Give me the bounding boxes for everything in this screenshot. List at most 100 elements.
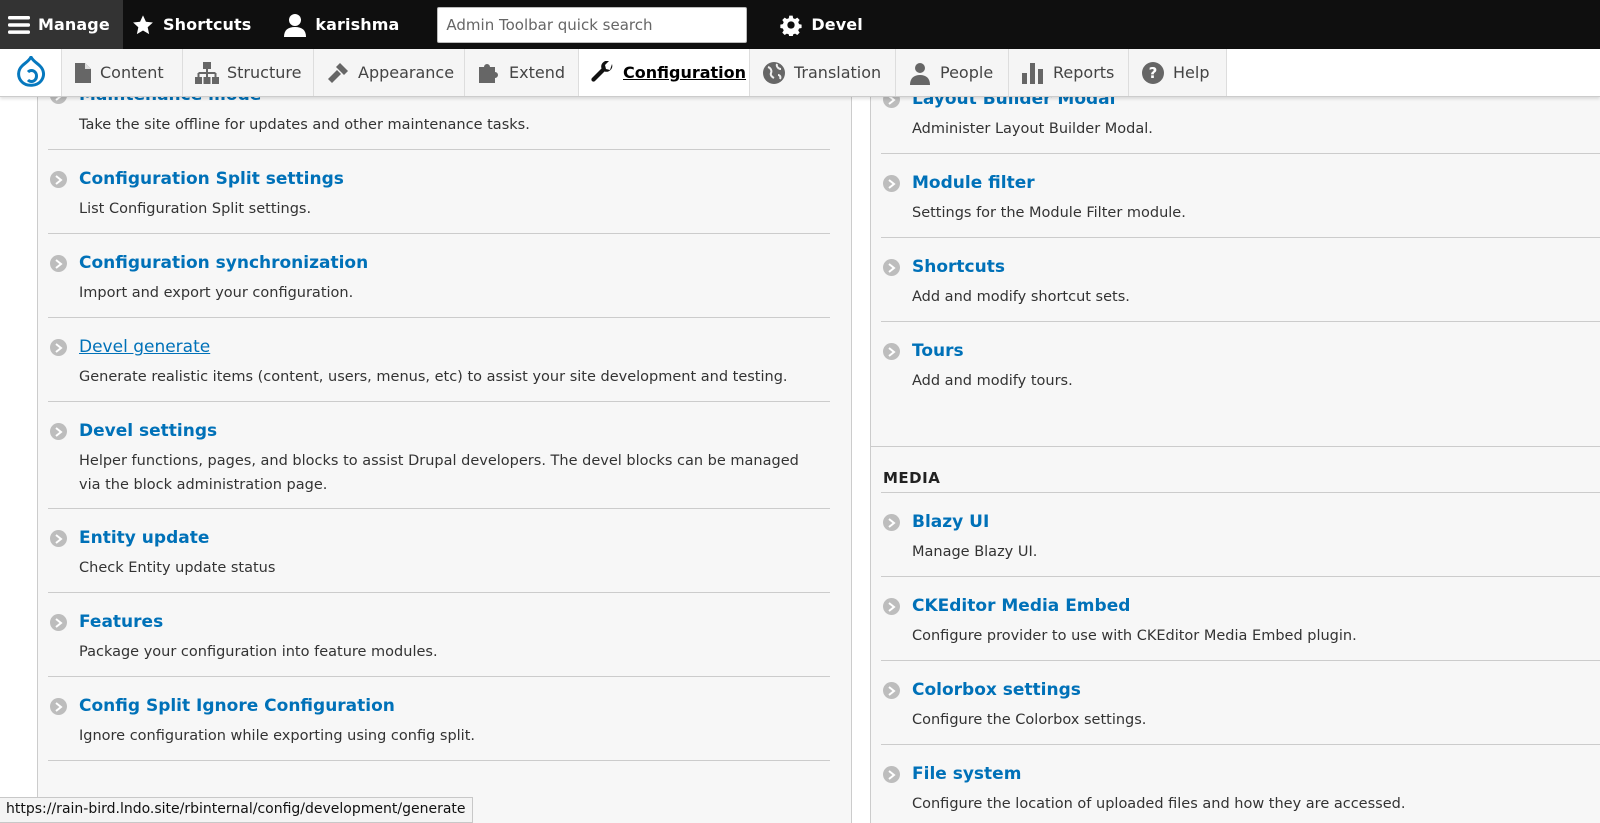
colorbox-settings-link[interactable]: Colorbox settings [912,680,1081,700]
tray-item-label: Content [100,63,164,82]
tray-item-structure[interactable]: Structure [183,49,314,96]
item-description: Configure the location of uploaded files… [912,796,1406,812]
divider [48,508,830,509]
tray-item-label: Structure [227,63,302,82]
tray-item-help[interactable]: ? Help [1129,49,1227,96]
item-description: Manage Blazy UI. [912,544,1038,560]
item-description: Add and modify shortcut sets. [912,289,1130,305]
config-split-settings-link[interactable]: Configuration Split settings [79,169,344,189]
chevron-right-icon [883,766,900,783]
puzzle-icon [477,60,501,86]
drupal-logo-icon[interactable] [0,49,62,96]
item-description: Helper functions, pages, and blocks to a… [79,453,799,493]
chevron-right-icon [50,339,67,356]
item-description: Settings for the Module Filter module. [912,205,1186,221]
divider [881,576,1600,577]
person-icon [908,60,932,86]
chevron-right-icon [883,97,900,108]
divider [48,676,830,677]
item-description: List Configuration Split settings. [79,201,312,217]
divider [881,237,1600,238]
globe-icon [762,60,786,86]
page-icon [74,60,92,86]
divider [48,401,830,402]
config-synchronization-link[interactable]: Configuration synchronization [79,253,368,273]
tours-link[interactable]: Tours [912,341,964,361]
chevron-right-icon [883,343,900,360]
development-panel: Maintenance mode Take the site offline f… [37,97,852,823]
tray-item-appearance[interactable]: Appearance [314,49,465,96]
admin-quick-search-input[interactable] [437,6,748,43]
divider [881,321,1600,322]
divider [881,492,1600,493]
module-filter-link[interactable]: Module filter [912,173,1035,193]
divider [881,660,1600,661]
divider [48,760,830,761]
entity-update-link[interactable]: Entity update [79,528,209,548]
divider [881,744,1600,745]
tray-item-label: Translation [794,63,882,82]
blazy-ui-link[interactable]: Blazy UI [912,512,989,532]
chevron-right-icon [50,255,67,272]
user-icon [283,13,307,37]
item-description: Configure provider to use with CKEditor … [912,628,1357,644]
tray-item-label: Reports [1053,63,1115,82]
chevron-right-icon [50,97,67,104]
chevron-right-icon [50,530,67,547]
svg-text:?: ? [1149,64,1158,82]
divider [48,317,830,318]
item-description: Configure the Colorbox settings. [912,712,1147,728]
chevron-right-icon [50,698,67,715]
item-description: Package your configuration into feature … [79,644,438,660]
shortcuts-button[interactable]: Shortcuts [123,0,269,49]
admin-tray: Content Structure Appearance Extend Conf… [0,49,1600,97]
item-description: Ignore configuration while exporting usi… [79,728,476,744]
media-heading: MEDIA [883,469,941,487]
shortcuts-link[interactable]: Shortcuts [912,257,1005,277]
devel-label: Devel [811,15,863,34]
shortcuts-label: Shortcuts [163,15,252,34]
tray-item-label: Appearance [358,63,455,82]
tray-item-reports[interactable]: Reports [1009,49,1129,96]
ckeditor-media-embed-link[interactable]: CKEditor Media Embed [912,596,1130,616]
star-icon [131,13,155,37]
user-label: karishma [315,15,400,34]
config-page: Maintenance mode Take the site offline f… [0,97,1600,823]
manage-button[interactable]: Manage [0,0,123,49]
wrench-icon [591,60,615,86]
divider [881,153,1600,154]
devel-button[interactable]: Devel [771,0,880,49]
tray-item-configuration[interactable]: Configuration [579,49,750,96]
chevron-right-icon [883,514,900,531]
divider [48,149,830,150]
tray-item-people[interactable]: People [896,49,1009,96]
tray-item-content[interactable]: Content [62,49,183,96]
bar-chart-icon [1021,60,1045,86]
config-split-ignore-link[interactable]: Config Split Ignore Configuration [79,696,395,716]
features-link[interactable]: Features [79,612,163,632]
gear-icon [779,13,803,37]
devel-settings-link[interactable]: Devel settings [79,421,217,441]
chevron-right-icon [883,175,900,192]
user-button[interactable]: karishma [275,0,417,49]
item-description: Administer Layout Builder Modal. [912,121,1153,137]
chevron-right-icon [883,259,900,276]
manage-label: Manage [38,15,110,34]
item-description: Take the site offline for updates and ot… [79,117,530,133]
chevron-right-icon [883,598,900,615]
devel-generate-link[interactable]: Devel generate [79,337,210,357]
tray-item-label: Extend [509,63,565,82]
chevron-right-icon [50,171,67,188]
layout-builder-modal-link[interactable]: Layout Builder Modal [912,97,1115,109]
divider [48,233,830,234]
file-system-link[interactable]: File system [912,764,1021,784]
status-bar-url: https://rain-bird.lndo.site/rbinternal/c… [0,797,473,823]
tray-item-translation[interactable]: Translation [750,49,896,96]
tray-item-label: Configuration [623,63,747,82]
maintenance-mode-link[interactable]: Maintenance mode [79,97,261,105]
structure-icon [195,60,219,86]
item-description: Add and modify tours. [912,373,1073,389]
chevron-right-icon [883,682,900,699]
item-description: Generate realistic items (content, users… [79,369,788,385]
tray-item-extend[interactable]: Extend [465,49,579,96]
